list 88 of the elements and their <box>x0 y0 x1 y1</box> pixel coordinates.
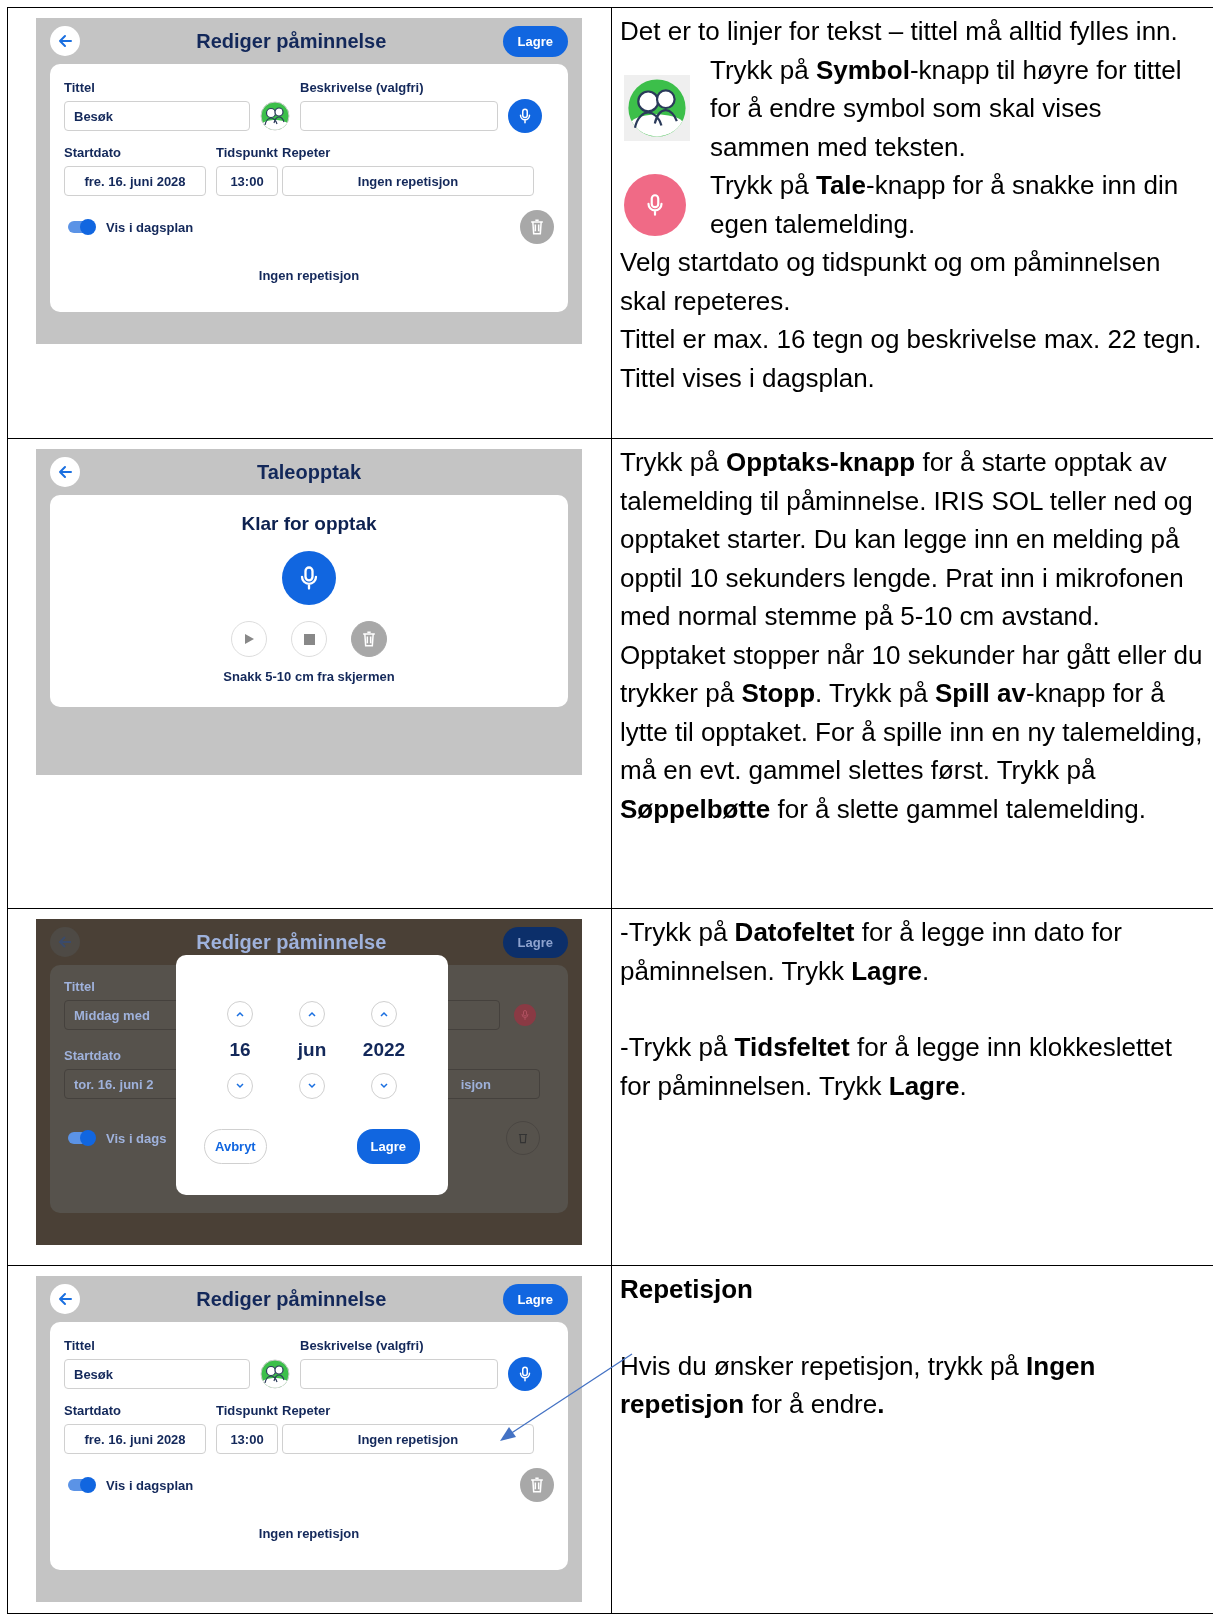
instruction-text: Tittel er max. 16 tegn og beskrivelse max. 22 tegn. Tittel vises i dagsplan. <box>620 323 1203 395</box>
date-field[interactable]: fre. 16. juni 2028 <box>64 1424 206 1454</box>
stop-button[interactable] <box>291 621 327 657</box>
repeat-field[interactable]: Ingen repetisjon <box>282 166 534 196</box>
field-label: Beskrivelse (valgfri) <box>300 1338 425 1353</box>
people-symbol-icon <box>624 75 690 142</box>
back-arrow-icon <box>57 934 73 950</box>
instruction-text: Det er to linjer for tekst – tittel må alltid fylles inn. <box>620 15 1179 48</box>
field-label: Startdato <box>64 145 123 160</box>
microphone-icon <box>519 1009 531 1021</box>
toggle-label: Vis i dagsplan <box>106 219 194 235</box>
spinner-value: 2022 <box>362 1039 406 1061</box>
time-field[interactable]: 13:00 <box>216 166 278 196</box>
save-button[interactable]: Lagre <box>502 25 568 57</box>
toggle-switch[interactable] <box>68 1132 94 1144</box>
instruction-text: Trykk på Tale-knapp for å snakke inn din egen talemelding. <box>710 169 1180 241</box>
screen-title: Rediger påminnelse <box>196 29 387 53</box>
field-label: Tidspunkt <box>216 1403 278 1418</box>
save-button[interactable]: Lagre <box>502 1283 568 1315</box>
screen-title: Rediger påminnelse <box>196 1287 387 1311</box>
decrease-button[interactable] <box>227 1073 253 1099</box>
people-symbol-icon <box>260 101 290 131</box>
back-arrow-icon <box>57 464 73 480</box>
toggle-label: Vis i dagsplan <box>106 1477 194 1493</box>
instruction-text: -Trykk på Datofeltet for å legge inn dato for påminnelsen. Trykk Lagre. <box>620 916 1123 988</box>
toggle-switch[interactable] <box>68 1479 94 1491</box>
description-field[interactable] <box>300 101 498 131</box>
record-button[interactable] <box>282 551 336 605</box>
screen-title: Rediger påminnelse <box>196 930 387 954</box>
chevron-up-icon <box>307 1010 317 1018</box>
instruction-text: Trykk på Symbol-knapp til høyre for tittel for å endre symbol som skal vises sammen med teksten. <box>710 53 1183 164</box>
chevron-down-icon <box>307 1082 317 1090</box>
repeat-summary: Ingen repetisjon <box>257 1526 361 1541</box>
description-field[interactable] <box>300 1359 498 1389</box>
play-button[interactable] <box>231 621 267 657</box>
field-label: Beskrivelse (valgfri) <box>300 80 425 95</box>
play-icon <box>243 633 255 645</box>
time-field[interactable]: 13:00 <box>216 1424 278 1454</box>
back-button[interactable] <box>50 26 80 56</box>
toggle-label: Vis i dags <box>106 1130 167 1146</box>
field-label: Repeter <box>282 145 332 160</box>
cancel-button[interactable]: Avbryt <box>204 1129 267 1164</box>
back-button[interactable] <box>50 457 80 487</box>
spinner-value: jun <box>297 1039 327 1061</box>
section-heading: Repetisjon <box>620 1273 754 1306</box>
instruction-text: Velg startdato og tidspunkt og om påminnelsen skal repeteres. <box>620 246 1162 318</box>
decrease-button[interactable] <box>299 1073 325 1099</box>
delete-button[interactable] <box>520 210 554 244</box>
toggle-switch[interactable] <box>68 221 94 233</box>
back-arrow-icon <box>57 1291 73 1307</box>
repeat-summary: Ingen repetisjon <box>257 268 361 283</box>
field-label: Startdato <box>64 1048 122 1063</box>
field-label: Startdato <box>64 1403 123 1418</box>
title-field[interactable]: Besøk <box>64 1359 250 1389</box>
instruction-text: Hvis du ønsker repetisjon, trykk på Ingen repetisjon for å endre. <box>620 1349 1097 1421</box>
delete-button[interactable] <box>520 1468 554 1502</box>
chevron-up-icon <box>379 1010 389 1018</box>
spinner-value: 16 <box>229 1039 251 1061</box>
chevron-down-icon <box>379 1082 389 1090</box>
instruction-text: Trykk på Opptaks-knapp for å starte opptak av talemelding til påminnelse. IRIS SOL teller ned og opptaket starter. Du kan legge inn en melding på opptil 10 sekunders lengde. Prat inn i mikrofonen med normal stemme på 5-10 cm avstand. Opptaket stopper når 10 sekunder har gått eller du trykker på Stopp. Trykk på Spill av-knapp for å lytte til opptaket. For å spille inn en ny talemelding, må en evt. gammel slettes først. Trykk på Søppelbøtte for å slette gammel talemelding. <box>620 446 1204 826</box>
people-symbol-icon <box>260 1359 290 1389</box>
decrease-button[interactable] <box>371 1073 397 1099</box>
repeat-field[interactable]: Ingen repetisjon <box>282 1424 534 1454</box>
recording-hint: Snakk 5-10 cm fra skjermen <box>223 669 395 684</box>
screen-title: Taleopptak <box>256 460 362 484</box>
trash-icon <box>516 1131 530 1145</box>
microphone-button[interactable] <box>508 99 542 133</box>
field-label: Tittel <box>64 80 96 95</box>
chevron-up-icon <box>235 1010 245 1018</box>
increase-button[interactable] <box>371 1001 397 1027</box>
field-label: Repeter <box>282 1403 332 1418</box>
date-field[interactable]: fre. 16. juni 2028 <box>64 166 206 196</box>
save-button[interactable]: Lagre <box>356 1129 420 1164</box>
increase-button[interactable] <box>227 1001 253 1027</box>
field-label: Tittel <box>64 979 95 994</box>
delete-button[interactable] <box>351 621 387 657</box>
back-button[interactable] <box>50 1284 80 1314</box>
back-arrow-icon <box>57 33 73 49</box>
microphone-button[interactable] <box>508 1357 542 1391</box>
field-label: Tidspunkt <box>216 145 278 160</box>
field-label: Tittel <box>64 1338 96 1353</box>
instruction-text: -Trykk på Tidsfeltet for å legge inn klokkeslettet for påminnelsen. Trykk Lagre. <box>620 1031 1173 1103</box>
chevron-down-icon <box>235 1082 245 1090</box>
recording-status: Klar for opptak <box>241 513 377 535</box>
increase-button[interactable] <box>299 1001 325 1027</box>
stop-icon <box>303 633 315 645</box>
save-button[interactable]: Lagre <box>502 926 568 958</box>
title-field[interactable]: Besøk <box>64 101 250 131</box>
